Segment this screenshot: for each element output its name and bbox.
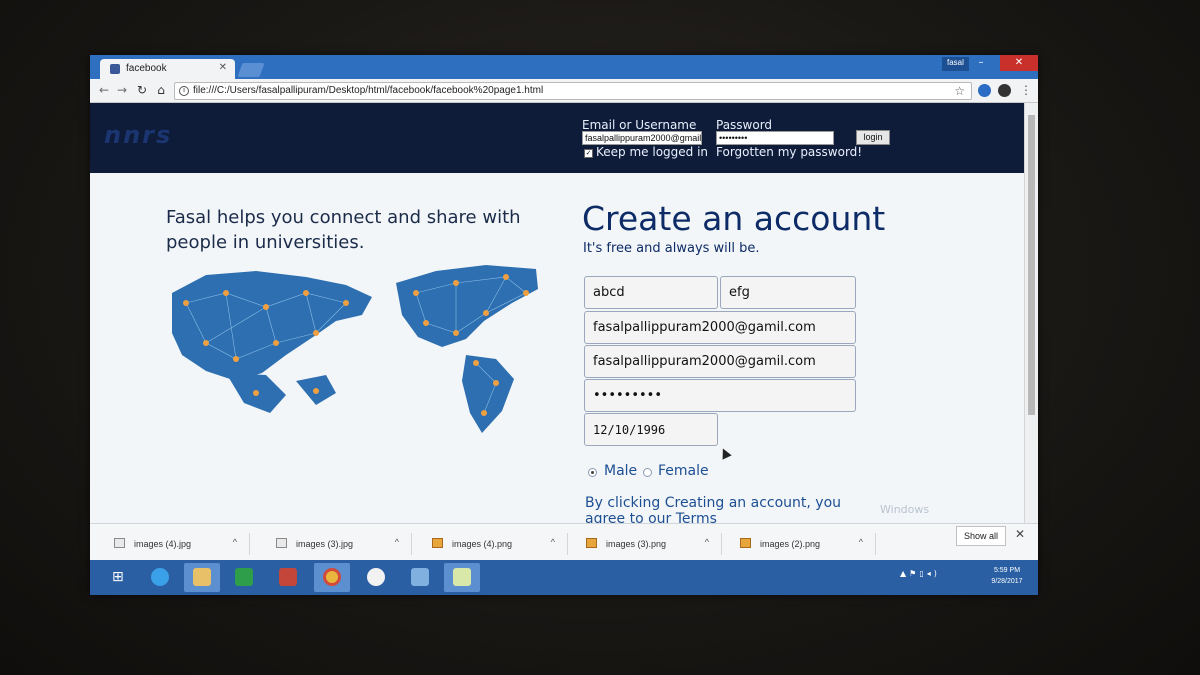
email-label: Email or Username bbox=[582, 118, 697, 132]
chrome-menu-icon[interactable]: ⋮ bbox=[1020, 83, 1032, 97]
download-shelf: images (4).jpg ^ images (3).jpg ^ images… bbox=[90, 523, 1038, 560]
media-icon bbox=[279, 568, 297, 586]
browser-tab[interactable]: facebook ✕ bbox=[100, 59, 235, 79]
image-file-icon bbox=[740, 538, 751, 548]
facebook-favicon-icon bbox=[110, 64, 120, 74]
extension-globe-icon[interactable] bbox=[978, 84, 991, 97]
close-shelf-icon[interactable]: ✕ bbox=[1015, 527, 1025, 541]
birthday-field[interactable]: 12/10/1996 bbox=[584, 413, 718, 446]
image-file-icon bbox=[114, 538, 125, 548]
show-all-downloads-button[interactable]: Show all bbox=[956, 526, 1006, 546]
bookmark-star-icon[interactable]: ☆ bbox=[954, 84, 965, 98]
email-confirm-field[interactable]: fasalpallippuram2000@gamil.com bbox=[584, 345, 856, 378]
image-file-icon bbox=[432, 538, 443, 548]
download-item[interactable]: images (2).png ^ bbox=[726, 533, 876, 555]
info-icon[interactable]: i bbox=[179, 86, 189, 96]
taskbar-explorer[interactable] bbox=[184, 563, 220, 592]
keep-logged-in-label: Keep me logged in bbox=[596, 145, 709, 159]
create-account-subtitle: It's free and always will be. bbox=[583, 241, 760, 256]
close-window-icon[interactable]: ✕ bbox=[1000, 55, 1038, 71]
create-account-title: Create an account bbox=[582, 199, 886, 238]
image-file-icon bbox=[276, 538, 287, 548]
scroll-thumb[interactable] bbox=[1028, 115, 1035, 415]
world-network-map bbox=[172, 265, 538, 433]
image-file-icon bbox=[586, 538, 597, 548]
download-item[interactable]: images (4).jpg ^ bbox=[100, 533, 250, 555]
last-name-field[interactable]: efg bbox=[720, 276, 856, 309]
download-filename: images (4).jpg bbox=[134, 539, 192, 549]
close-tab-icon[interactable]: ✕ bbox=[219, 62, 227, 73]
clock-time: 5:59 PM bbox=[993, 567, 1021, 574]
player-icon bbox=[367, 568, 385, 586]
gender-male-label[interactable]: Male bbox=[604, 463, 637, 479]
clock-date: 9/28/2017 bbox=[991, 578, 1023, 585]
browser-toolbar: ← → ↻ ⌂ i file:///C:/Users/fasalpallipur… bbox=[90, 79, 1038, 103]
download-filename: images (3).png bbox=[606, 539, 667, 549]
browser-window: facebook ✕ fasal – ▫ ✕ ← → ↻ ⌂ i file://… bbox=[90, 55, 1038, 595]
back-icon[interactable]: ← bbox=[96, 83, 112, 97]
home-icon[interactable]: ⌂ bbox=[153, 83, 169, 97]
tagline: Fasal helps you connect and share with p… bbox=[166, 207, 521, 253]
forgot-password-link[interactable]: Forgotten my password! bbox=[716, 145, 862, 159]
login-email-field[interactable]: fasalpallippuram2000@gmail bbox=[582, 131, 702, 145]
mouse-cursor bbox=[718, 446, 732, 460]
chevron-up-icon[interactable]: ^ bbox=[395, 537, 399, 547]
windows-taskbar: ⊞ ▲⚑▯◂) 5:59 PM 9/28/2017 bbox=[90, 560, 1038, 595]
reload-icon[interactable]: ↻ bbox=[134, 83, 150, 97]
chevron-up-icon[interactable]: ^ bbox=[233, 537, 237, 547]
chevron-up-icon[interactable]: ^ bbox=[859, 537, 863, 547]
app-icon bbox=[411, 568, 429, 586]
system-tray-icons[interactable]: ▲⚑▯◂) bbox=[900, 569, 940, 578]
taskbar-chrome[interactable] bbox=[314, 563, 350, 592]
store-icon bbox=[235, 568, 253, 586]
chrome-icon bbox=[323, 568, 341, 586]
gender-male-radio[interactable] bbox=[588, 468, 597, 477]
download-item[interactable]: images (3).png ^ bbox=[572, 533, 722, 555]
tab-strip: facebook ✕ fasal – ▫ ✕ bbox=[90, 55, 1038, 79]
keep-logged-in-checkbox[interactable]: ✓ bbox=[584, 149, 593, 158]
folder-icon bbox=[193, 568, 211, 586]
windows-start-icon[interactable]: ⊞ bbox=[112, 569, 124, 585]
profile-badge[interactable]: fasal bbox=[942, 57, 969, 71]
tab-title: facebook bbox=[126, 63, 167, 74]
gender-female-label[interactable]: Female bbox=[658, 463, 709, 479]
password-label: Password bbox=[716, 118, 773, 132]
download-filename: images (2).png bbox=[760, 539, 821, 549]
internet-explorer-icon bbox=[151, 568, 169, 586]
site-logo[interactable]: nnrs bbox=[104, 121, 172, 149]
chevron-up-icon[interactable]: ^ bbox=[551, 537, 555, 547]
minimize-icon[interactable]: – bbox=[968, 55, 994, 71]
url-text: file:///C:/Users/fasalpallipuram/Desktop… bbox=[193, 85, 544, 96]
taskbar-notepad[interactable] bbox=[444, 563, 480, 592]
taskbar-store[interactable] bbox=[226, 563, 262, 592]
gender-female-radio[interactable] bbox=[643, 468, 652, 477]
login-button[interactable]: login bbox=[856, 130, 890, 145]
first-name-field[interactable]: abcd bbox=[584, 276, 718, 309]
page-scrollbar[interactable] bbox=[1024, 103, 1038, 523]
taskbar-ie[interactable] bbox=[142, 563, 178, 592]
taskbar-media[interactable] bbox=[270, 563, 306, 592]
activate-windows-watermark: Windows bbox=[880, 503, 930, 516]
extension-icon[interactable] bbox=[998, 84, 1011, 97]
email-field[interactable]: fasalpallippuram2000@gamil.com bbox=[584, 311, 856, 344]
taskbar-app[interactable] bbox=[402, 563, 438, 592]
address-bar[interactable]: i file:///C:/Users/fasalpallipuram/Deskt… bbox=[174, 82, 972, 100]
login-password-field[interactable]: ••••••••• bbox=[716, 131, 834, 145]
taskbar-player[interactable] bbox=[358, 563, 394, 592]
password-field[interactable]: ••••••••• bbox=[584, 379, 856, 412]
download-item[interactable]: images (4).png ^ bbox=[418, 533, 568, 555]
forward-icon[interactable]: → bbox=[114, 83, 130, 97]
chevron-up-icon[interactable]: ^ bbox=[705, 537, 709, 547]
new-tab-button[interactable] bbox=[237, 63, 265, 77]
download-filename: images (3).jpg bbox=[296, 539, 354, 549]
notepad-icon bbox=[453, 568, 471, 586]
download-item[interactable]: images (3).jpg ^ bbox=[262, 533, 412, 555]
taskbar-clock[interactable]: 5:59 PM 9/28/2017 bbox=[982, 565, 1032, 587]
download-filename: images (4).png bbox=[452, 539, 513, 549]
